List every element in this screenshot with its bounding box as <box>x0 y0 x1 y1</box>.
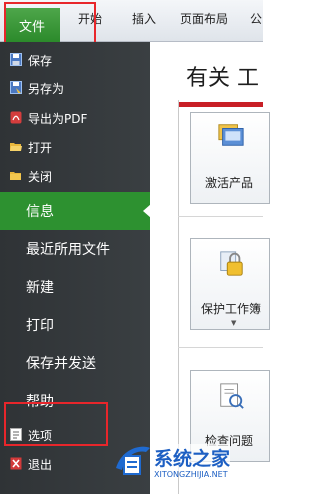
section-divider <box>178 216 263 217</box>
save-as-icon <box>10 81 22 94</box>
watermark: 系统之家 XITONGZHIJIA.NET <box>108 410 263 494</box>
section-print[interactable]: 打印 <box>0 306 150 344</box>
dropdown-arrow-icon: ▼ <box>231 319 237 327</box>
section-help-label: 帮助 <box>26 394 54 410</box>
open-folder-icon <box>10 143 22 151</box>
watermark-url: XITONGZHIJIA.NET <box>154 470 228 479</box>
command-save[interactable]: 保存 <box>0 47 150 73</box>
section-save-send-label: 保存并发送 <box>26 356 96 372</box>
command-export-pdf-label: 导出为PDF <box>28 111 88 126</box>
protect-workbook-label: 保护工作簿 <box>201 302 262 316</box>
section-print-label: 打印 <box>26 318 54 334</box>
check-issues-icon <box>220 383 244 409</box>
command-exit-label: 退出 <box>28 457 53 472</box>
tab-page-layout[interactable]: 页面布局 <box>180 10 228 27</box>
watermark-title: 系统之家 <box>154 444 231 471</box>
activate-product-icon <box>218 124 244 146</box>
section-info-label: 信息 <box>26 204 54 220</box>
ribbon-tab-bar: 文件 开始 插入 页面布局 公 <box>0 0 263 42</box>
command-open[interactable]: 打开 <box>0 134 150 160</box>
section-new-label: 新建 <box>26 280 54 296</box>
lock-icon <box>220 251 243 276</box>
command-save-as-label: 另存为 <box>28 81 65 96</box>
section-divider <box>178 347 263 348</box>
command-export-pdf[interactable]: 导出为PDF <box>0 105 150 131</box>
tab-home[interactable]: 开始 <box>78 10 102 27</box>
tab-insert[interactable]: 插入 <box>132 10 156 27</box>
tab-formulas[interactable]: 公 <box>250 10 262 27</box>
close-folder-icon <box>10 172 21 180</box>
activate-product-button[interactable]: 激活产品 <box>190 112 270 204</box>
section-recent-label: 最近所用文件 <box>26 242 110 258</box>
options-icon <box>10 428 22 441</box>
tab-file[interactable]: 文件 <box>4 8 60 42</box>
protect-workbook-button[interactable]: 保护工作簿 ▼ <box>190 238 270 330</box>
pdf-icon <box>10 111 22 124</box>
activate-product-label: 激活产品 <box>205 176 254 190</box>
command-save-label: 保存 <box>28 53 53 68</box>
section-recent[interactable]: 最近所用文件 <box>0 230 150 268</box>
exit-icon <box>10 457 22 470</box>
command-close-label: 关闭 <box>28 169 53 184</box>
command-options-label: 选项 <box>28 428 53 443</box>
watermark-logo-icon <box>116 446 150 475</box>
section-save-send[interactable]: 保存并发送 <box>0 344 150 382</box>
section-info[interactable]: 信息 <box>0 192 151 230</box>
section-new[interactable]: 新建 <box>0 268 150 306</box>
command-close[interactable]: 关闭 <box>0 163 150 189</box>
page-title: 有关 工 <box>186 66 259 91</box>
accent-strip <box>178 102 263 107</box>
command-save-as[interactable]: 另存为 <box>0 75 150 101</box>
save-icon <box>10 53 22 66</box>
command-open-label: 打开 <box>28 140 53 155</box>
tab-file-label: 文件 <box>18 19 45 35</box>
